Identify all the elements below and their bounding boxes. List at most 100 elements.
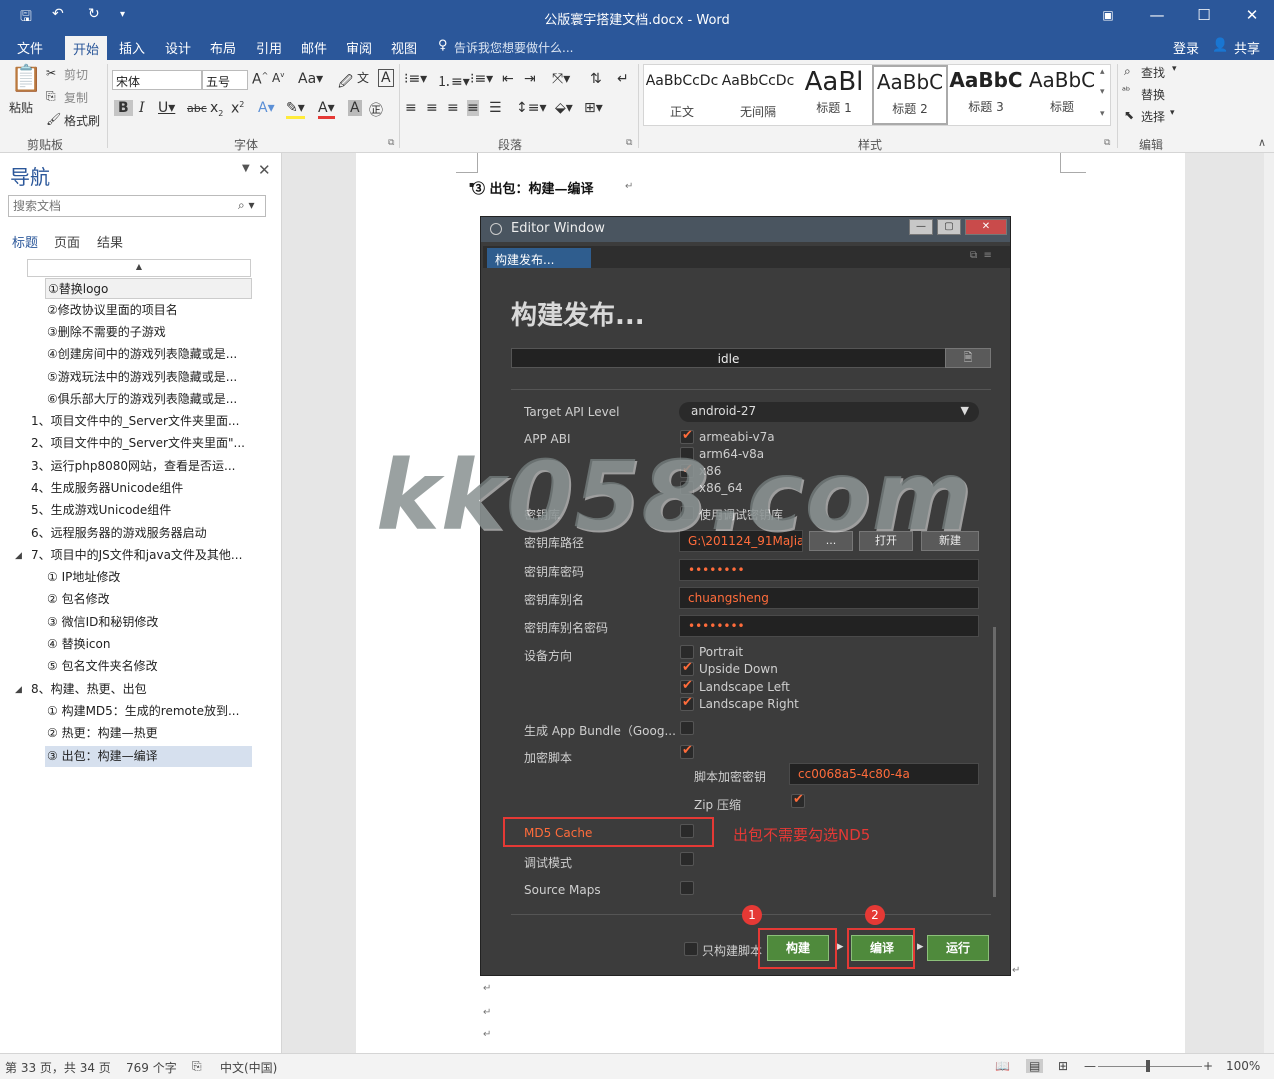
page-count[interactable]: 第 33 页，共 34 页 <box>5 1059 111 1076</box>
tab-layout[interactable]: 布局 <box>210 38 236 57</box>
font-dialog-launcher-icon[interactable]: ⧉ <box>388 138 394 148</box>
character-shading-icon[interactable]: A <box>348 100 362 116</box>
copy-button[interactable]: 复制 <box>64 89 88 106</box>
tab-file[interactable]: 文件 <box>17 38 43 57</box>
nav-item[interactable]: 4、生成服务器Unicode组件 <box>31 478 183 499</box>
bullets-icon[interactable]: ⁝≡▾ <box>404 71 427 87</box>
minimize-button[interactable]: — <box>1145 6 1169 24</box>
nav-item[interactable]: ⑥俱乐部大厅的游戏列表隐藏或是... <box>47 389 237 410</box>
character-border-icon[interactable]: A <box>378 69 394 87</box>
zoom-slider[interactable] <box>1098 1066 1202 1067</box>
align-center-icon[interactable]: ≡ <box>426 100 438 116</box>
select-dropdown-icon[interactable]: ▾ <box>1170 108 1175 118</box>
highlight-color-icon[interactable]: ✎▾ <box>286 100 305 119</box>
tab-insert[interactable]: 插入 <box>119 38 145 57</box>
find-button[interactable]: 查找 <box>1141 64 1165 81</box>
multilevel-list-icon[interactable]: ⁝≡▾ <box>470 71 493 87</box>
zoom-in-icon[interactable]: + <box>1203 1059 1213 1073</box>
word-count[interactable]: 769 个字 <box>126 1059 177 1076</box>
shrink-font-icon[interactable]: Av <box>272 71 284 85</box>
maximize-button[interactable]: ☐ <box>1192 6 1216 24</box>
collapse-caret-icon[interactable]: ◢ <box>15 551 22 561</box>
ribbon-display-options-icon[interactable]: ▣ <box>1096 8 1120 22</box>
align-left-icon[interactable]: ≡ <box>405 100 417 116</box>
underline-icon[interactable]: U▾ <box>158 100 175 116</box>
tab-mailings[interactable]: 邮件 <box>301 38 327 57</box>
strikethrough-icon[interactable]: abc <box>187 102 207 115</box>
nav-tab-headings[interactable]: 标题 <box>12 232 38 251</box>
bold-icon[interactable]: B <box>114 100 133 116</box>
format-painter-icon[interactable]: 🖌 <box>46 112 61 126</box>
nav-item[interactable]: ② 热更：构建—热更 <box>47 723 158 744</box>
line-spacing-icon[interactable]: ↕≡▾ <box>516 100 547 116</box>
nav-item[interactable]: ① IP地址修改 <box>47 567 120 588</box>
tell-me-box[interactable]: 告诉我您想要做什么... <box>454 39 573 56</box>
paragraph-dialog-launcher-icon[interactable]: ⧉ <box>626 138 632 148</box>
replace-icon[interactable]: ᵃᵇ <box>1122 86 1130 97</box>
login-link[interactable]: 登录 <box>1173 38 1199 57</box>
grow-font-icon[interactable]: A^ <box>252 71 268 88</box>
find-dropdown-icon[interactable]: ▾ <box>1172 64 1177 74</box>
nav-item[interactable]: ① 构建MD5：生成的remote放到... <box>47 701 239 722</box>
nav-item[interactable]: ② 包名修改 <box>47 589 110 610</box>
nav-tab-results[interactable]: 结果 <box>97 232 123 251</box>
nav-item[interactable]: ④ 替换icon <box>47 634 110 655</box>
share-button[interactable]: 共享 <box>1234 38 1260 57</box>
change-case-icon[interactable]: Aa▾ <box>298 71 323 87</box>
chinese-layout-icon[interactable]: ⤧▾ <box>552 71 570 87</box>
font-color-icon[interactable]: A▾ <box>318 100 335 119</box>
cut-icon[interactable]: ✂ <box>46 66 56 80</box>
collapse-caret-icon[interactable]: ◢ <box>15 685 22 695</box>
find-icon[interactable]: ⌕ <box>1124 64 1131 79</box>
tab-view[interactable]: 视图 <box>391 38 417 57</box>
close-button[interactable]: ✕ <box>1240 6 1264 24</box>
decrease-indent-icon[interactable]: ⇤ <box>502 71 514 87</box>
print-layout-icon[interactable]: ▤ <box>1026 1059 1044 1073</box>
nav-close-icon[interactable]: ✕ <box>258 161 271 179</box>
style-heading-2[interactable]: AaBbC 标题 2 <box>872 65 948 125</box>
nav-item[interactable]: 3、运行php8080网站，查看是否运... <box>31 456 235 477</box>
nav-item[interactable]: 1、项目文件中的_Server文件夹里面... <box>31 411 239 432</box>
font-size-combo[interactable]: 五号 <box>202 70 248 90</box>
format-painter-button[interactable]: 格式刷 <box>64 112 100 129</box>
nav-item[interactable]: ③ 微信ID和秘钥修改 <box>47 612 158 633</box>
subscript-icon[interactable]: x2 <box>210 100 223 118</box>
nav-tab-pages[interactable]: 页面 <box>54 232 80 251</box>
replace-button[interactable]: 替换 <box>1141 86 1165 103</box>
numbering-icon[interactable]: ⒈≡▾ <box>437 71 470 91</box>
zoom-level[interactable]: 100% <box>1226 1059 1260 1073</box>
align-right-icon[interactable]: ≡ <box>447 100 459 116</box>
proofing-icon[interactable]: ⎘ <box>192 1059 202 1074</box>
search-icon[interactable]: ⌕ ▾ <box>238 198 255 213</box>
nav-item[interactable]: ⑤ 包名文件夹名修改 <box>47 656 158 677</box>
select-button[interactable]: 选择 <box>1141 108 1165 125</box>
italic-icon[interactable]: I <box>139 100 145 116</box>
paste-button[interactable]: 粘贴 <box>9 99 33 116</box>
document-scrollbar[interactable] <box>1264 153 1274 1053</box>
read-mode-icon[interactable]: 📖 <box>995 1059 1010 1073</box>
distributed-icon[interactable]: ☰ <box>489 100 502 116</box>
collapse-ribbon-icon[interactable]: ∧ <box>1258 136 1266 149</box>
styles-scroll-down-icon[interactable]: ▾ <box>1100 87 1105 97</box>
nav-item[interactable]: 5、生成游戏Unicode组件 <box>31 500 171 521</box>
styles-more-icon[interactable]: ▾ <box>1100 109 1105 119</box>
tab-design[interactable]: 设计 <box>165 38 191 57</box>
select-icon[interactable]: ⬉ <box>1124 108 1134 122</box>
nav-item[interactable]: 2、项目文件中的_Server文件夹里面"... <box>31 433 245 454</box>
enclose-characters-icon[interactable]: ㊣ <box>369 100 383 120</box>
sort-icon[interactable]: ⇅ <box>590 71 602 87</box>
paste-icon[interactable]: 📋 <box>10 64 42 94</box>
style-heading-3[interactable]: AaBbC 标题 3 <box>948 65 1024 125</box>
nav-item[interactable]: ②修改协议里面的项目名 <box>47 300 178 321</box>
nav-item[interactable]: ③删除不需要的子游戏 <box>47 322 166 343</box>
nav-item[interactable]: 8、构建、热更、出包 <box>31 679 147 700</box>
increase-indent-icon[interactable]: ⇥ <box>524 71 536 87</box>
styles-scroll-up-icon[interactable]: ▴ <box>1100 67 1105 77</box>
style-no-spacing[interactable]: AaBbCcDc 无间隔 <box>720 65 796 125</box>
language-indicator[interactable]: 中文(中国) <box>220 1059 277 1076</box>
nav-options-icon[interactable]: ▼ <box>242 163 250 174</box>
shading-icon[interactable]: ⬙▾ <box>555 100 573 116</box>
clear-formatting-icon[interactable]: 🖉 <box>338 71 353 95</box>
cut-button[interactable]: 剪切 <box>64 66 88 83</box>
style-normal[interactable]: AaBbCcDc 正文 <box>644 65 720 125</box>
